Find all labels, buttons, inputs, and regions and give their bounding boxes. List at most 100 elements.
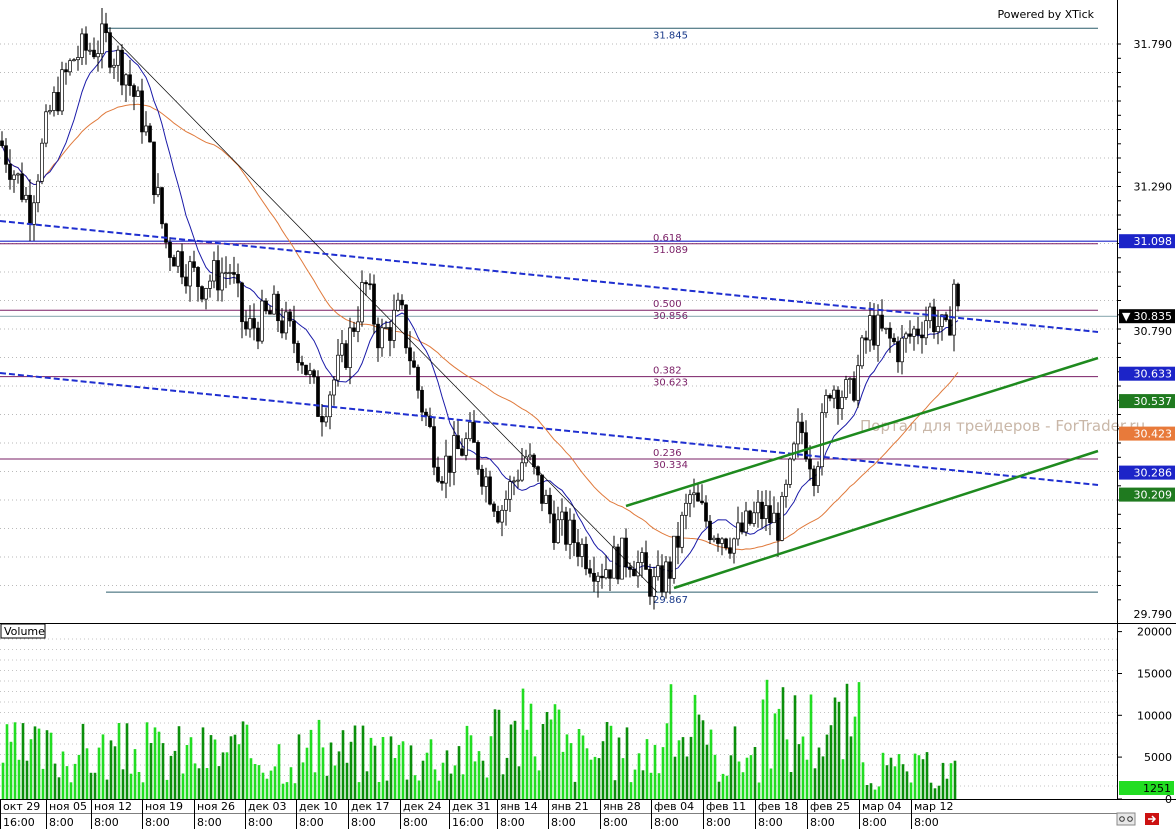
volume-bar bbox=[393, 758, 397, 799]
volume-bar bbox=[577, 729, 581, 799]
x-date-label: дек 31 bbox=[452, 800, 491, 813]
volume-bar bbox=[657, 773, 661, 799]
volume-bar bbox=[785, 739, 789, 799]
x-date-label: дек 03 bbox=[248, 800, 287, 813]
exit-icon[interactable] bbox=[1145, 813, 1159, 825]
volume-bar bbox=[953, 760, 957, 799]
candle bbox=[788, 457, 792, 488]
y-tick-label: 29.790 bbox=[1134, 608, 1173, 621]
x-time-label: 8:00 bbox=[914, 816, 939, 829]
candle bbox=[820, 403, 824, 476]
volume-bar bbox=[617, 737, 621, 799]
volume-bar bbox=[909, 782, 913, 799]
volume-bar bbox=[697, 714, 701, 799]
last-price-marker-icon: ▼ bbox=[1122, 310, 1131, 323]
volume-bar bbox=[929, 782, 933, 799]
volume-bar bbox=[109, 740, 113, 799]
x-date-label: янв 14 bbox=[500, 800, 538, 813]
volume-bar bbox=[741, 772, 745, 799]
volume-bar bbox=[221, 752, 225, 799]
volume-bar bbox=[669, 684, 673, 799]
volume-bar bbox=[841, 759, 845, 799]
volume-bar bbox=[629, 782, 633, 799]
volume-bar bbox=[921, 759, 925, 799]
x-date-label: фев 18 bbox=[758, 800, 798, 813]
volume-bar bbox=[377, 782, 381, 799]
volume-bar bbox=[13, 722, 17, 799]
volume-bar bbox=[409, 745, 413, 799]
x-date-label: окт 29 bbox=[3, 800, 40, 813]
volume-bar bbox=[569, 743, 573, 799]
x-date-label: дек 24 bbox=[403, 800, 442, 813]
volume-bar bbox=[281, 783, 285, 799]
price-badge-value: 31.098 bbox=[1134, 235, 1173, 248]
price-badge: 30.286 bbox=[1119, 465, 1175, 480]
x-date-label: ноя 05 bbox=[49, 800, 87, 813]
volume-bar bbox=[181, 773, 185, 799]
volume-bar bbox=[541, 724, 545, 799]
volume-bar bbox=[89, 772, 93, 799]
x-time-label: 8:00 bbox=[551, 816, 576, 829]
candle bbox=[860, 335, 864, 369]
volume-bar bbox=[277, 744, 281, 799]
volume-bar bbox=[773, 713, 777, 799]
volume-bar bbox=[685, 756, 689, 799]
x-time-label: 16:00 bbox=[3, 816, 35, 829]
volume-bar bbox=[777, 708, 781, 799]
y-tick-label: 31.290 bbox=[1134, 181, 1173, 194]
volume-bar bbox=[97, 747, 101, 799]
volume-bar bbox=[713, 754, 717, 799]
volume-bar bbox=[201, 727, 205, 799]
volume-current-value: 1251 bbox=[1143, 782, 1171, 795]
x-time-label: 8:00 bbox=[758, 816, 783, 829]
y-tick-label-partial: 30.790 bbox=[1134, 325, 1173, 338]
volume-bar bbox=[709, 729, 713, 799]
volume-bar bbox=[397, 744, 401, 799]
volume-bar bbox=[345, 762, 349, 799]
volume-panel-label: Volume bbox=[4, 625, 45, 638]
x-time-label: 8:00 bbox=[145, 816, 170, 829]
volume-bar bbox=[833, 697, 837, 799]
volume-bar bbox=[621, 758, 625, 799]
volume-bar bbox=[549, 719, 553, 799]
volume-bar bbox=[865, 785, 869, 799]
volume-bar bbox=[877, 786, 881, 799]
volume-bar bbox=[145, 722, 149, 799]
volume-bar bbox=[557, 709, 561, 799]
volume-bar bbox=[573, 781, 577, 799]
volume-bar bbox=[121, 769, 125, 799]
volume-bar bbox=[265, 778, 269, 799]
price-badge: 30.835▼ bbox=[1119, 309, 1175, 324]
volume-bar bbox=[325, 775, 329, 799]
volume-bar bbox=[185, 745, 189, 799]
volume-bar bbox=[433, 769, 437, 799]
volume-bar bbox=[349, 741, 353, 799]
volume-bar bbox=[257, 765, 261, 799]
volume-bar bbox=[933, 788, 937, 799]
volume-bar bbox=[425, 752, 429, 799]
volume-bar bbox=[233, 734, 237, 799]
volume-bar bbox=[381, 737, 385, 799]
volume-bar bbox=[229, 736, 233, 799]
volume-bar bbox=[269, 770, 273, 799]
volume-bar bbox=[169, 755, 173, 799]
tape-icon[interactable] bbox=[1116, 812, 1136, 826]
fib-ratio-label: 0.382 bbox=[653, 366, 682, 377]
fib-ratio-label: 0.500 bbox=[653, 299, 682, 310]
volume-bar bbox=[525, 729, 529, 799]
volume-bar bbox=[209, 735, 213, 799]
volume-bar bbox=[337, 751, 341, 799]
volume-bar bbox=[693, 694, 697, 799]
fib-ratio-label: 0.236 bbox=[653, 448, 682, 459]
candle bbox=[616, 543, 620, 585]
volume-bar bbox=[565, 734, 569, 799]
price-badge-value: 30.209 bbox=[1134, 489, 1173, 502]
volume-bar bbox=[9, 741, 13, 799]
volume-bar bbox=[861, 762, 865, 799]
volume-bar bbox=[309, 729, 313, 799]
candle bbox=[780, 491, 784, 542]
volume-bar bbox=[33, 726, 37, 799]
volume-bar bbox=[789, 772, 793, 799]
volume-bar bbox=[873, 789, 877, 799]
x-time-label: 8:00 bbox=[862, 816, 887, 829]
